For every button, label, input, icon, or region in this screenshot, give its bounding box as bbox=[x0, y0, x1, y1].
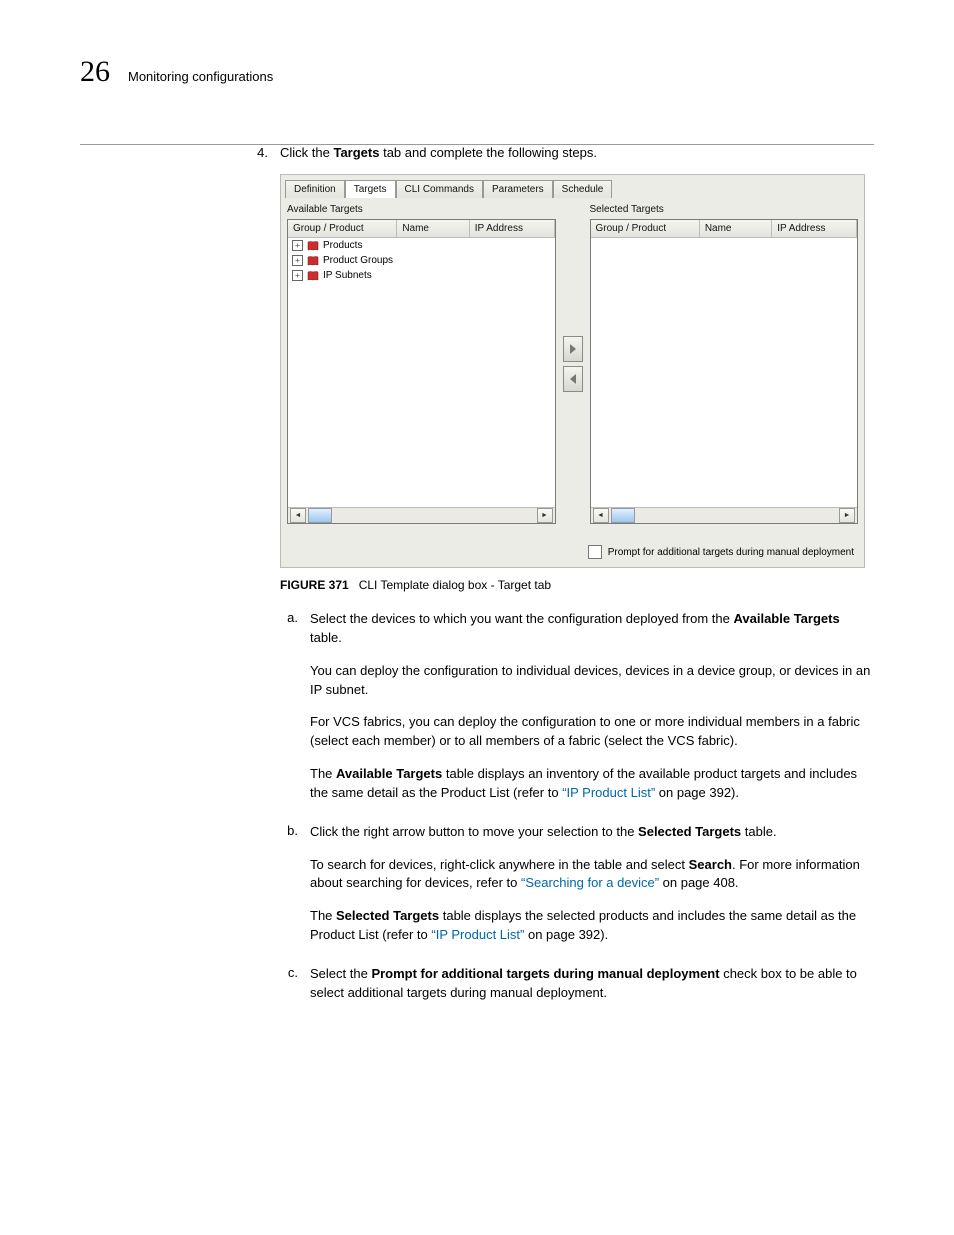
tab-definition[interactable]: Definition bbox=[285, 180, 345, 198]
substep-b-body: Click the right arrow button to move you… bbox=[310, 823, 874, 959]
ip-product-list-link[interactable]: “IP Product List” bbox=[431, 927, 524, 942]
substep-letter: c. bbox=[280, 965, 298, 1017]
expand-icon[interactable]: + bbox=[292, 240, 303, 251]
searching-device-link[interactable]: “Searching for a device” bbox=[521, 875, 659, 890]
selected-targets-title: Selected Targets bbox=[590, 204, 859, 215]
tab-cli-commands[interactable]: CLI Commands bbox=[396, 180, 483, 198]
col-group-product[interactable]: Group / Product bbox=[288, 220, 397, 237]
tree-product-groups[interactable]: + Product Groups bbox=[288, 253, 555, 268]
tree-ip-subnets[interactable]: + IP Subnets bbox=[288, 268, 555, 283]
dialog-screenshot: Definition Targets CLI Commands Paramete… bbox=[280, 174, 865, 568]
col-ip-address[interactable]: IP Address bbox=[470, 220, 555, 237]
available-targets-title: Available Targets bbox=[287, 204, 556, 215]
dialog-tabbar: Definition Targets CLI Commands Paramete… bbox=[281, 175, 864, 198]
available-targets-table[interactable]: Group / Product Name IP Address + Produc… bbox=[287, 219, 556, 524]
tab-targets[interactable]: Targets bbox=[345, 180, 396, 198]
scroll-left-icon[interactable]: ◄ bbox=[593, 508, 609, 523]
book-icon bbox=[307, 241, 319, 251]
step-text: Click the Targets tab and complete the f… bbox=[280, 145, 874, 160]
prompt-additional-targets-label: Prompt for additional targets during man… bbox=[608, 547, 854, 558]
book-icon bbox=[307, 256, 319, 266]
col-ip-address[interactable]: IP Address bbox=[772, 220, 857, 237]
expand-icon[interactable]: + bbox=[292, 270, 303, 281]
prompt-additional-targets-checkbox[interactable] bbox=[588, 545, 602, 559]
selected-targets-table[interactable]: Group / Product Name IP Address ◄ ► bbox=[590, 219, 859, 524]
move-left-button[interactable] bbox=[563, 366, 583, 392]
tree-products[interactable]: + Products bbox=[288, 238, 555, 253]
chapter-number: 26 bbox=[80, 55, 110, 89]
tab-schedule[interactable]: Schedule bbox=[553, 180, 613, 198]
col-name[interactable]: Name bbox=[700, 220, 772, 237]
substep-a-body: Select the devices to which you want the… bbox=[310, 610, 874, 817]
scroll-left-icon[interactable]: ◄ bbox=[290, 508, 306, 523]
substep-c-body: Select the Prompt for additional targets… bbox=[310, 965, 874, 1017]
substep-letter: b. bbox=[280, 823, 298, 959]
horizontal-scrollbar[interactable]: ◄ ► bbox=[591, 507, 858, 523]
scroll-right-icon[interactable]: ► bbox=[839, 508, 855, 523]
book-icon bbox=[307, 271, 319, 281]
scroll-thumb[interactable] bbox=[308, 508, 332, 523]
ip-product-list-link[interactable]: “IP Product List” bbox=[562, 785, 655, 800]
expand-icon[interactable]: + bbox=[292, 255, 303, 266]
col-name[interactable]: Name bbox=[397, 220, 469, 237]
figure-caption: FIGURE 371 CLI Template dialog box - Tar… bbox=[280, 578, 874, 592]
col-group-product[interactable]: Group / Product bbox=[591, 220, 700, 237]
scroll-thumb[interactable] bbox=[611, 508, 635, 523]
substep-letter: a. bbox=[280, 610, 298, 817]
scroll-right-icon[interactable]: ► bbox=[537, 508, 553, 523]
step-number: 4. bbox=[250, 145, 268, 160]
tab-parameters[interactable]: Parameters bbox=[483, 180, 553, 198]
horizontal-scrollbar[interactable]: ◄ ► bbox=[288, 507, 555, 523]
chapter-title: Monitoring configurations bbox=[128, 69, 273, 84]
move-right-button[interactable] bbox=[563, 336, 583, 362]
